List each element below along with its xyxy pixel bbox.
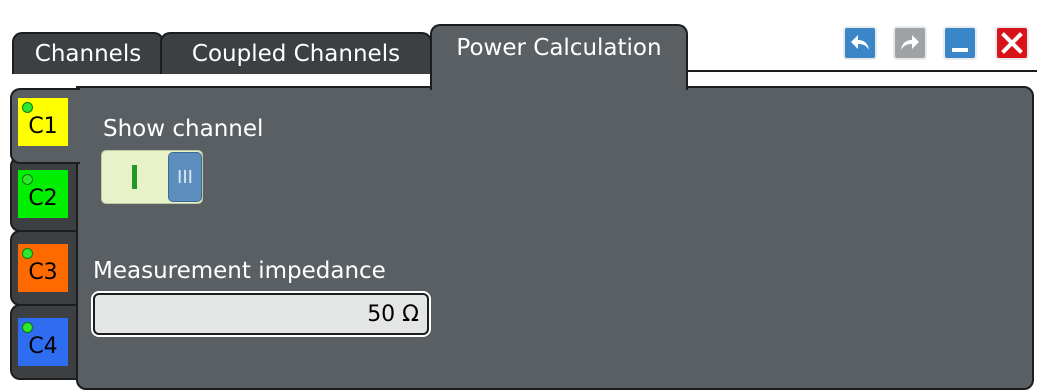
toggle-knob[interactable]: III [168, 152, 202, 202]
redo-button[interactable] [893, 26, 927, 60]
tab-bar: Channels Coupled Channels Power Calculat… [0, 0, 1037, 90]
channel-status-led [22, 174, 33, 185]
channel-tab-c4[interactable]: C4 [10, 304, 76, 380]
channel-chip-c1: C1 [18, 98, 68, 146]
measurement-impedance-input[interactable]: 50 Ω [93, 293, 429, 335]
tab-channels[interactable]: Channels [12, 32, 164, 74]
channel-tabs: C1 C2 C3 C4 [10, 88, 80, 392]
show-channel-label: Show channel [103, 116, 264, 142]
dialog-title: Vertical [722, 26, 826, 54]
minimize-icon [952, 48, 968, 52]
channel-status-led [22, 322, 33, 333]
channel-label: C1 [28, 113, 58, 139]
channel-chip-c4: C4 [18, 318, 68, 366]
tab-coupled-channels[interactable]: Coupled Channels [160, 32, 432, 74]
channel-chip-c2: C2 [18, 170, 68, 218]
tab-divider [688, 70, 1037, 72]
close-button[interactable] [995, 26, 1029, 60]
channel-label: C3 [28, 259, 58, 285]
undo-button[interactable] [843, 26, 877, 60]
channel-tab-c3[interactable]: C3 [10, 230, 76, 306]
measurement-impedance-label: Measurement impedance [93, 258, 386, 284]
close-icon [1001, 32, 1023, 54]
minimize-button[interactable] [943, 26, 977, 60]
toggle-on-indicator [132, 165, 137, 189]
redo-icon [901, 35, 919, 50]
channel-chip-c3: C3 [18, 244, 68, 292]
undo-icon [851, 35, 869, 50]
channel-label: C4 [28, 333, 58, 359]
channel-status-led [22, 248, 33, 259]
show-channel-toggle[interactable]: III [101, 150, 203, 204]
channel-tab-c2[interactable]: C2 [10, 156, 76, 232]
channel-status-led [22, 102, 33, 113]
channel-label: C2 [28, 185, 58, 211]
channel-tab-c1[interactable]: C1 [10, 88, 80, 164]
tab-power-calculation[interactable]: Power Calculation [430, 24, 688, 90]
